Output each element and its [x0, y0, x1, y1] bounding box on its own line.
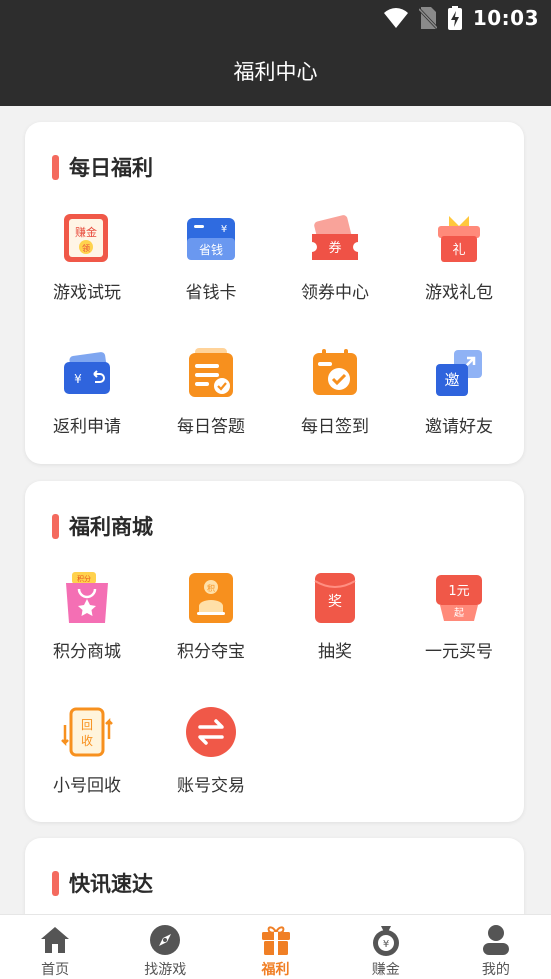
grid-item-coupon-center[interactable]: 券 领券中心 — [273, 210, 397, 303]
grid-item-account-trade[interactable]: 账号交易 — [149, 703, 273, 796]
grid-item-label: 游戏试玩 — [53, 283, 121, 303]
money-saving-card-icon: ¥ 省钱 — [187, 218, 235, 260]
daily-welfare-card: 每日福利 赚金 领 游戏试玩 ¥ 省钱 省钱卡 券 领券中心 礼 游戏礼包 ¥ … — [25, 122, 524, 464]
svg-text:回: 回 — [81, 718, 93, 732]
tab-mine[interactable]: 我的 — [441, 915, 551, 979]
daily-checkin-icon — [313, 349, 357, 395]
page-title: 福利中心 — [233, 60, 318, 84]
section-title: 快讯速达 — [69, 872, 153, 896]
gift-pack-icon: 礼 — [438, 216, 480, 262]
tab-label: 首页 — [41, 962, 70, 978]
svg-text:¥: ¥ — [221, 224, 227, 235]
svg-text:¥: ¥ — [383, 939, 389, 950]
grid-item-daily-checkin[interactable]: 每日签到 — [273, 344, 397, 437]
tab-earn-gold[interactable]: ¥ 赚金 — [331, 915, 441, 979]
wifi-icon — [383, 8, 408, 28]
points-treasure-icon: 积 — [189, 573, 233, 623]
svg-text:领: 领 — [82, 243, 90, 253]
no-sim-icon — [418, 7, 437, 30]
status-bar: 10:03 — [0, 0, 551, 38]
grid-item-label: 一元买号 — [425, 642, 493, 662]
section-accent-bar — [52, 154, 59, 180]
one-yuan-buy-icon: 1元 起 — [436, 575, 482, 621]
account-recycle-icon: 回 收 — [61, 707, 113, 757]
title-bar: 福利中心 — [0, 38, 551, 106]
home-icon — [41, 927, 70, 953]
lottery-icon: 奖 — [314, 573, 356, 623]
grid-item-lottery[interactable]: 奖 抽奖 — [273, 569, 397, 662]
tab-home[interactable]: 首页 — [0, 915, 110, 979]
gift-icon — [261, 926, 290, 955]
rebate-wallet-icon: ¥ — [64, 352, 110, 394]
tab-label: 找游戏 — [144, 962, 187, 978]
svg-text:省钱: 省钱 — [199, 242, 223, 257]
daily-quiz-icon — [189, 348, 233, 397]
svg-text:赚金: 赚金 — [75, 225, 97, 239]
grid-item-label: 返利申请 — [53, 417, 121, 437]
grid-item-label: 积分夺宝 — [177, 642, 245, 662]
svg-text:礼: 礼 — [452, 242, 465, 258]
daily-welfare-header: 每日福利 — [52, 152, 153, 182]
svg-text:邀: 邀 — [444, 371, 459, 389]
grid-item-points-mall[interactable]: 积分 积分商城 — [25, 569, 149, 662]
grid-item-label: 省钱卡 — [185, 283, 237, 303]
tab-label: 赚金 — [371, 962, 400, 978]
invite-friends-icon: 邀 — [436, 350, 482, 396]
grid-item-label: 领券中心 — [301, 283, 369, 303]
welfare-mall-card: 福利商城 积分 积分商城 积 积分夺宝 奖 抽奖 1元 起 一元买号 回 收 小… — [25, 481, 524, 822]
svg-text:积: 积 — [207, 583, 215, 593]
section-title: 每日福利 — [69, 156, 153, 180]
news-header: 快讯速达 — [52, 868, 153, 898]
bottom-tab-bar: 首页 找游戏 福利 ¥ 赚金 我的 — [0, 914, 551, 979]
grid-item-label: 积分商城 — [53, 642, 121, 662]
status-icons: 10:03 — [383, 6, 539, 30]
tab-label: 福利 — [261, 962, 290, 978]
profile-icon — [482, 925, 509, 955]
grid-item-money-card[interactable]: ¥ 省钱 省钱卡 — [149, 210, 273, 303]
coupon-center-icon: 券 — [312, 215, 358, 260]
grid-item-account-recycle[interactable]: 回 收 小号回收 — [25, 703, 149, 796]
status-time: 10:03 — [472, 6, 539, 30]
svg-text:起: 起 — [454, 607, 464, 619]
svg-text:奖: 奖 — [328, 593, 342, 610]
account-trade-icon — [186, 707, 236, 757]
section-accent-bar — [52, 870, 59, 896]
grid-item-trial-play[interactable]: 赚金 领 游戏试玩 — [25, 210, 149, 303]
points-mall-bag-icon: 积分 — [66, 572, 108, 623]
tab-find-games[interactable]: 找游戏 — [110, 915, 220, 979]
grid-item-label: 每日答题 — [177, 417, 245, 437]
grid-item-points-treasure[interactable]: 积 积分夺宝 — [149, 569, 273, 662]
svg-text:积分: 积分 — [77, 574, 91, 583]
trial-play-icon: 赚金 领 — [64, 214, 108, 262]
tab-label: 我的 — [481, 962, 510, 978]
svg-text:1元: 1元 — [448, 584, 469, 599]
money-bag-icon: ¥ — [372, 926, 399, 956]
battery-charging-icon — [447, 6, 462, 30]
grid-item-rebate[interactable]: ¥ 返利申请 — [25, 344, 149, 437]
grid-item-daily-quiz[interactable]: 每日答题 — [149, 344, 273, 437]
svg-text:收: 收 — [81, 734, 93, 748]
svg-text:券: 券 — [328, 240, 341, 256]
grid-item-gift-pack[interactable]: 礼 游戏礼包 — [397, 210, 521, 303]
section-accent-bar — [52, 513, 59, 539]
tab-welfare[interactable]: 福利 — [220, 915, 330, 979]
compass-icon — [150, 925, 181, 955]
grid-item-one-yuan-buy[interactable]: 1元 起 一元买号 — [397, 569, 521, 662]
welfare-mall-header: 福利商城 — [52, 511, 153, 541]
grid-item-label: 每日签到 — [301, 417, 369, 437]
grid-item-label: 抽奖 — [318, 642, 352, 662]
grid-item-label: 邀请好友 — [425, 417, 493, 437]
grid-item-label: 游戏礼包 — [425, 283, 493, 303]
grid-item-label: 小号回收 — [53, 776, 121, 796]
svg-text:¥: ¥ — [74, 372, 82, 386]
grid-item-invite-friends[interactable]: 邀 邀请好友 — [397, 344, 521, 437]
section-title: 福利商城 — [69, 515, 153, 539]
grid-item-label: 账号交易 — [177, 776, 245, 796]
